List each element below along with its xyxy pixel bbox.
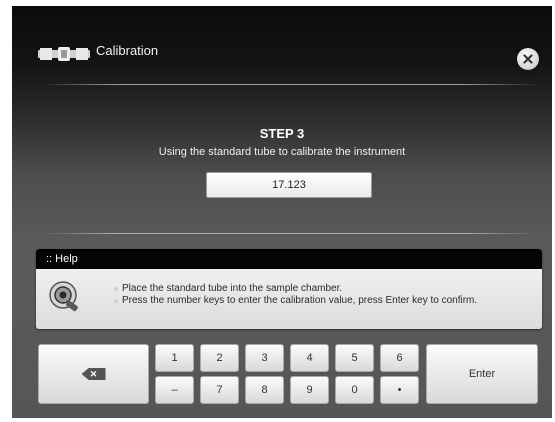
tube-icon [38,47,90,61]
help-item: Place the standard tube into the sample … [114,283,477,295]
title-bar: Calibration [12,6,552,84]
enter-button[interactable]: Enter [426,344,538,404]
key-3[interactable]: 3 [245,344,284,372]
backspace-icon: ✕ [81,368,106,380]
section-divider [40,233,540,234]
key-7[interactable]: 7 [200,376,239,404]
help-body: Place the standard tube into the sample … [36,269,542,329]
help-item: Press the number keys to enter the calib… [114,295,477,307]
key-1[interactable]: 1 [155,344,194,372]
key-decimal[interactable]: • [380,376,419,404]
key-0[interactable]: 0 [335,376,374,404]
help-header: :: Help [36,249,542,269]
sample-chamber-icon [49,281,78,312]
close-icon [523,54,533,64]
key-2[interactable]: 2 [200,344,239,372]
backspace-button[interactable]: ✕ [38,344,149,404]
key-minus[interactable]: – [155,376,194,404]
key-5[interactable]: 5 [335,344,374,372]
key-9[interactable]: 9 [290,376,329,404]
key-8[interactable]: 8 [245,376,284,404]
step-title: STEP 3 [259,126,305,141]
key-4[interactable]: 4 [290,344,329,372]
help-instructions: Place the standard tube into the sample … [114,283,477,307]
step-subtitle: Using the standard tube to calibrate the… [158,146,406,158]
close-button[interactable] [517,48,539,70]
calibration-value-field[interactable]: 17.123 [206,172,372,198]
title-divider [40,84,540,85]
window-title: Calibration [96,43,159,58]
help-panel: :: Help Place the standard tube into the… [36,249,542,329]
calibration-screen: Calibration STEP 3 Using the standard tu… [12,6,552,418]
backspace-symbol: ✕ [89,368,98,379]
key-6[interactable]: 6 [380,344,419,372]
